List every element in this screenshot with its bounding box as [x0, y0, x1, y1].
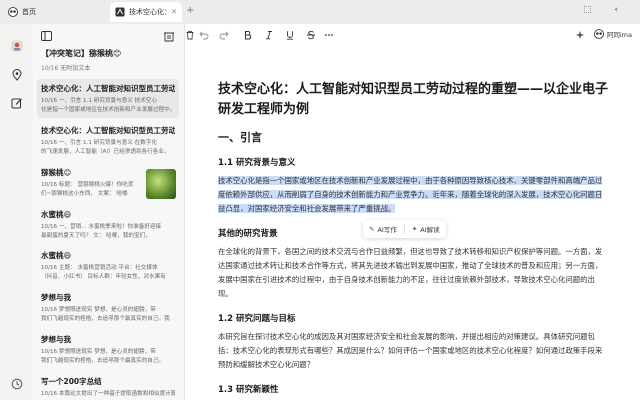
list-item[interactable]: 梦想与我 10/16 梦想照进现实 梦想，是心灵的翅膀，带 我们飞越现实的桎梏，…: [37, 330, 179, 369]
note-preview: 10/16 一、引言 1.1 研究背景与意义 在数字化: [41, 140, 158, 146]
note-title: 技术空心化：人工智能对知识型员工劳动过程: [41, 126, 175, 135]
note-preview: 的飞速发展，人工智能（AI）已经渗透到各行各业，: [41, 148, 170, 155]
account-name: 阿同ima: [606, 31, 632, 39]
note-thumbnail: [146, 169, 176, 199]
note-preview: 10/16 标题： 营猕猴桃火爆！你吃货: [41, 182, 134, 188]
notebook-title: 【冲突笔记】猕猴桃😊: [41, 49, 122, 58]
note-preview: 10/16 本篇论文提出了一种基于提取函数和相似度计算: [41, 391, 175, 397]
list-item[interactable]: 技术空心化：人工智能对知识型员工劳动过程的重 10/16 一、引言 1.1 研究…: [37, 79, 179, 118]
note-title: 梦想与我: [41, 293, 71, 302]
undo-icon[interactable]: [199, 30, 209, 40]
list-item[interactable]: 猕猴桃😊 10/16 标题： 营猕猴桃火爆！你吃货 们~猕猴桃这小东西， 文案：…: [37, 163, 179, 202]
strikethrough-icon[interactable]: [306, 30, 316, 40]
redo-icon[interactable]: [219, 30, 229, 40]
panda-logo-icon: [593, 29, 604, 39]
subsection-heading: 1.1 研究背景与意义: [218, 158, 296, 168]
notebook-header[interactable]: 【冲突笔记】猕猴桃😊 10/16 无附加文本: [41, 48, 179, 72]
note-preview: 我们飞越现实的桎梏，去追寻那个最真实的自己。: [41, 357, 165, 364]
ai-selection-popup: ✎ AI写作 ✦ AI解读: [363, 220, 446, 238]
app-window: 首页 技术空心化： ✕ + ⬚ ‹ 【冲突笔记】猕猴桃😊 10/16 无附加文本…: [0, 0, 640, 400]
italic-icon[interactable]: [264, 30, 274, 40]
new-tab-button[interactable]: +: [186, 5, 194, 16]
list-item[interactable]: 水蜜桃😄 10/16 一、营销... 水蜜桃季来啦！你准备好迎接 最甜蜜的夏天了…: [37, 205, 179, 244]
note-title: 水蜜桃😄: [41, 251, 72, 260]
location-icon[interactable]: [11, 69, 23, 81]
sidebar-toggle-icon[interactable]: [41, 30, 177, 42]
tab-home[interactable]: 首页: [4, 2, 108, 22]
note-title: 梦想与我: [41, 335, 71, 344]
sparkle-icon[interactable]: [575, 30, 585, 40]
more-icon[interactable]: [324, 30, 334, 40]
subsection-heading: 1.3 研究新颖性: [218, 385, 279, 395]
magic-wand-icon: ✎: [369, 225, 375, 233]
tab-document[interactable]: 技术空心化： ✕: [110, 2, 182, 22]
subsection-heading: 1.2 研究问题与目标: [218, 314, 296, 324]
page-title: 技术空心化：人工智能对知识型员工劳动过程的重塑——以企业电子研发工程师为例: [218, 82, 609, 117]
close-tab-icon[interactable]: ✕: [171, 8, 177, 16]
left-rail: [0, 24, 33, 400]
note-preview: 10/16 梦想照进现实 梦想，是心灵的翅膀，带: [41, 307, 156, 313]
window-controls[interactable]: ⬚ ‹: [583, 5, 628, 15]
note-preview: 化是指一个国家或地区在技术创新和产业发展过程中，: [41, 106, 175, 113]
note-title: 技术空心化：人工智能对知识型员工劳动过程的重: [41, 84, 175, 93]
selected-text[interactable]: 技术空心化是指一个国家或地区在技术创新和产业发展过程中，由于各种原因导致核心技术…: [218, 176, 603, 213]
tab-document-title: 技术空心化：: [129, 8, 171, 16]
ai-write-button[interactable]: AI写作: [377, 224, 396, 234]
doc-favicon-icon: [115, 7, 125, 17]
editor-toolbar: 阿同ima: [185, 24, 640, 46]
note-preview: 10/16 一、引言 1.1 研究背景与意义 技术空心: [41, 98, 158, 104]
tab-bar: 首页 技术空心化： ✕ + ⬚ ‹: [0, 0, 640, 24]
note-preview: 10/16 主题： 水蜜桃营销活动 平台：社交媒体: [41, 265, 158, 271]
edit-icon[interactable]: [11, 97, 23, 109]
note-preview: 我们飞越现实的桎梏，去追寻那个最真实的自己。我: [41, 315, 170, 322]
note-preview: 们~猕猴桃这小东西， 文案： 哈喽: [41, 190, 128, 197]
account-button[interactable]: 阿同ima: [593, 29, 632, 39]
divider: [403, 224, 405, 234]
avatar[interactable]: [11, 40, 23, 52]
list-item[interactable]: 技术空心化：人工智能对知识型员工劳动过程 10/16 一、引言 1.1 研究背景…: [37, 121, 179, 160]
note-list-panel: 【冲突笔记】猕猴桃😊 10/16 无附加文本 技术空心化：人工智能对知识型员工劳…: [33, 24, 185, 400]
note-preview: 10/16 梦想照进现实 梦想，是心灵的翅膀，带: [41, 349, 156, 355]
sparkle-icon: ✦: [411, 225, 418, 233]
list-item[interactable]: 写一个200字总结 10/16 本篇论文提出了一种基于提取函数和相似度计算: [37, 372, 179, 400]
underline-icon[interactable]: [285, 30, 295, 40]
list-item[interactable]: 水蜜桃😄 10/16 主题： 水蜜桃营销活动 平台：社交媒体 （抖音、小红书） …: [37, 246, 179, 285]
section-heading: 一、引言: [218, 131, 262, 144]
note-preview: 最甜蜜的夏天了吗？ 文： 哈喽，我的宝们，: [41, 232, 151, 239]
paragraph-selected[interactable]: 技术空心化是指一个国家或地区在技术创新和产业发展过程中，由于各种原因导致核心技术…: [218, 174, 608, 216]
panda-logo-icon: [8, 7, 18, 17]
ai-interpret-button[interactable]: AI解读: [420, 224, 439, 234]
history-icon[interactable]: [11, 378, 23, 390]
editor-pane: 阿同ima 技术空心化：人工智能对知识型员工劳动过程的重塑——以企业电子研发工程…: [185, 24, 640, 400]
list-item[interactable]: 梦想与我 10/16 梦想照进现实 梦想，是心灵的翅膀，带 我们飞越现实的桎梏，…: [37, 288, 179, 327]
bold-icon[interactable]: [243, 30, 253, 40]
paragraph[interactable]: 在全球化的背景下，各国之间的技术交流与合作日益频繁，但这也导致了技术转移和知识产…: [218, 245, 608, 301]
note-title: 写一个200字总结: [41, 377, 102, 386]
paragraph[interactable]: 本研究旨在探讨技术空心化的成因及其对国家经济安全和社会发展的影响，并提出相应的对…: [218, 330, 608, 372]
tab-home-title: 首页: [22, 8, 36, 16]
trash-icon[interactable]: [185, 30, 195, 40]
note-title: 水蜜桃😄: [41, 210, 72, 219]
notebook-meta: 10/16 无附加文本: [41, 65, 91, 72]
note-preview: 10/16 一、营销... 水蜜桃季来啦！你准备好迎接: [41, 224, 162, 230]
note-preview: （抖音、小红书） 目标人群：年轻女性，对水果有: [41, 273, 166, 280]
